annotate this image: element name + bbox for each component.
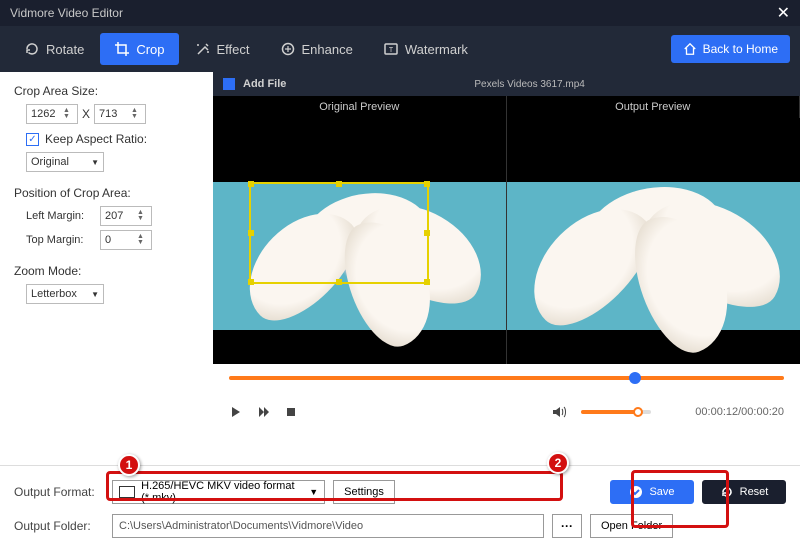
play-icon[interactable] [229,405,243,419]
left-margin-label: Left Margin: [26,210,94,222]
tab-label: Watermark [405,42,468,57]
video-panes [213,118,800,364]
output-preview-pane [506,118,800,364]
reset-icon [720,485,734,499]
playback-controls: 00:00:12/00:00:20 [213,392,800,432]
volume-slider[interactable] [581,410,651,414]
reset-button[interactable]: Reset [702,480,786,504]
top-margin-stepper[interactable]: 0▲▼ [100,230,152,250]
home-icon [683,42,697,56]
svg-text:T: T [389,47,394,54]
tab-label: Enhance [302,42,353,57]
tab-effect[interactable]: Effect [181,33,264,65]
settings-button[interactable]: Settings [333,480,395,504]
keep-ratio-label: Keep Aspect Ratio: [45,132,147,146]
back-home-label: Back to Home [703,42,778,56]
watermark-icon: T [383,41,399,57]
tab-label: Rotate [46,42,84,57]
timeline-track[interactable] [229,376,784,380]
keep-ratio-checkbox[interactable]: ✓ [26,133,39,146]
preview-area: Add File Pexels Videos 3617.mp4 Original… [213,72,800,465]
add-file-button[interactable]: Add File [243,78,286,90]
fast-forward-icon[interactable] [257,405,271,419]
output-folder-input[interactable]: C:\Users\Administrator\Documents\Vidmore… [112,514,544,538]
output-format-select[interactable]: H.265/HEVC MKV video format (*.mkv) ▼ [112,480,325,504]
open-folder-button[interactable]: Open Folder [590,514,673,538]
output-folder-label: Output Folder: [14,519,104,533]
tab-watermark[interactable]: T Watermark [369,33,482,65]
tab-label: Crop [136,42,164,57]
width-stepper[interactable]: 1262▲▼ [26,104,78,124]
tab-crop[interactable]: Crop [100,33,178,65]
format-icon [119,486,135,498]
tab-label: Effect [217,42,250,57]
rotate-icon [24,41,40,57]
original-preview-pane[interactable] [213,118,506,364]
timeline[interactable] [213,364,800,392]
left-margin-stepper[interactable]: 207▲▼ [100,206,152,226]
height-stepper[interactable]: 713▲▼ [94,104,146,124]
footer: Output Format: H.265/HEVC MKV video form… [0,465,800,555]
stop-icon[interactable] [285,406,297,418]
toolbar: Rotate Crop Effect Enhance T Watermark B… [0,26,800,72]
file-bar: Add File Pexels Videos 3617.mp4 [213,72,800,96]
crop-rectangle[interactable] [249,182,429,284]
output-format-label: Output Format: [14,485,104,499]
content: Crop Area Size: 1262▲▼ X 713▲▼ ✓ Keep As… [0,72,800,465]
position-label: Position of Crop Area: [14,186,199,200]
title-bar: Vidmore Video Editor ✕ [0,0,800,26]
preview-headers: Original Preview Output Preview [213,96,800,118]
ratio-select[interactable]: Original▼ [26,152,104,172]
timeline-handle[interactable] [629,372,641,384]
enhance-icon [280,41,296,57]
add-file-icon [223,78,235,90]
volume-handle[interactable] [633,407,643,417]
top-margin-label: Top Margin: [26,234,94,246]
zoom-label: Zoom Mode: [14,264,199,278]
x-label: X [82,107,90,121]
sidebar: Crop Area Size: 1262▲▼ X 713▲▼ ✓ Keep As… [0,72,213,465]
crop-icon [114,41,130,57]
tab-rotate[interactable]: Rotate [10,33,98,65]
close-icon[interactable]: ✕ [777,3,790,23]
app-title: Vidmore Video Editor [10,6,123,20]
effect-icon [195,41,211,57]
zoom-select[interactable]: Letterbox▼ [26,284,104,304]
back-home-button[interactable]: Back to Home [671,35,790,63]
current-filename: Pexels Videos 3617.mp4 [474,79,584,90]
check-icon [629,485,643,499]
crop-size-label: Crop Area Size: [14,84,199,98]
output-preview-header: Output Preview [507,96,800,118]
save-button[interactable]: Save [610,480,694,504]
playback-time: 00:00:12/00:00:20 [695,406,784,418]
browse-button[interactable]: ··· [552,514,582,538]
original-preview-header: Original Preview [213,96,507,118]
tab-enhance[interactable]: Enhance [266,33,367,65]
volume-icon[interactable] [551,405,567,419]
